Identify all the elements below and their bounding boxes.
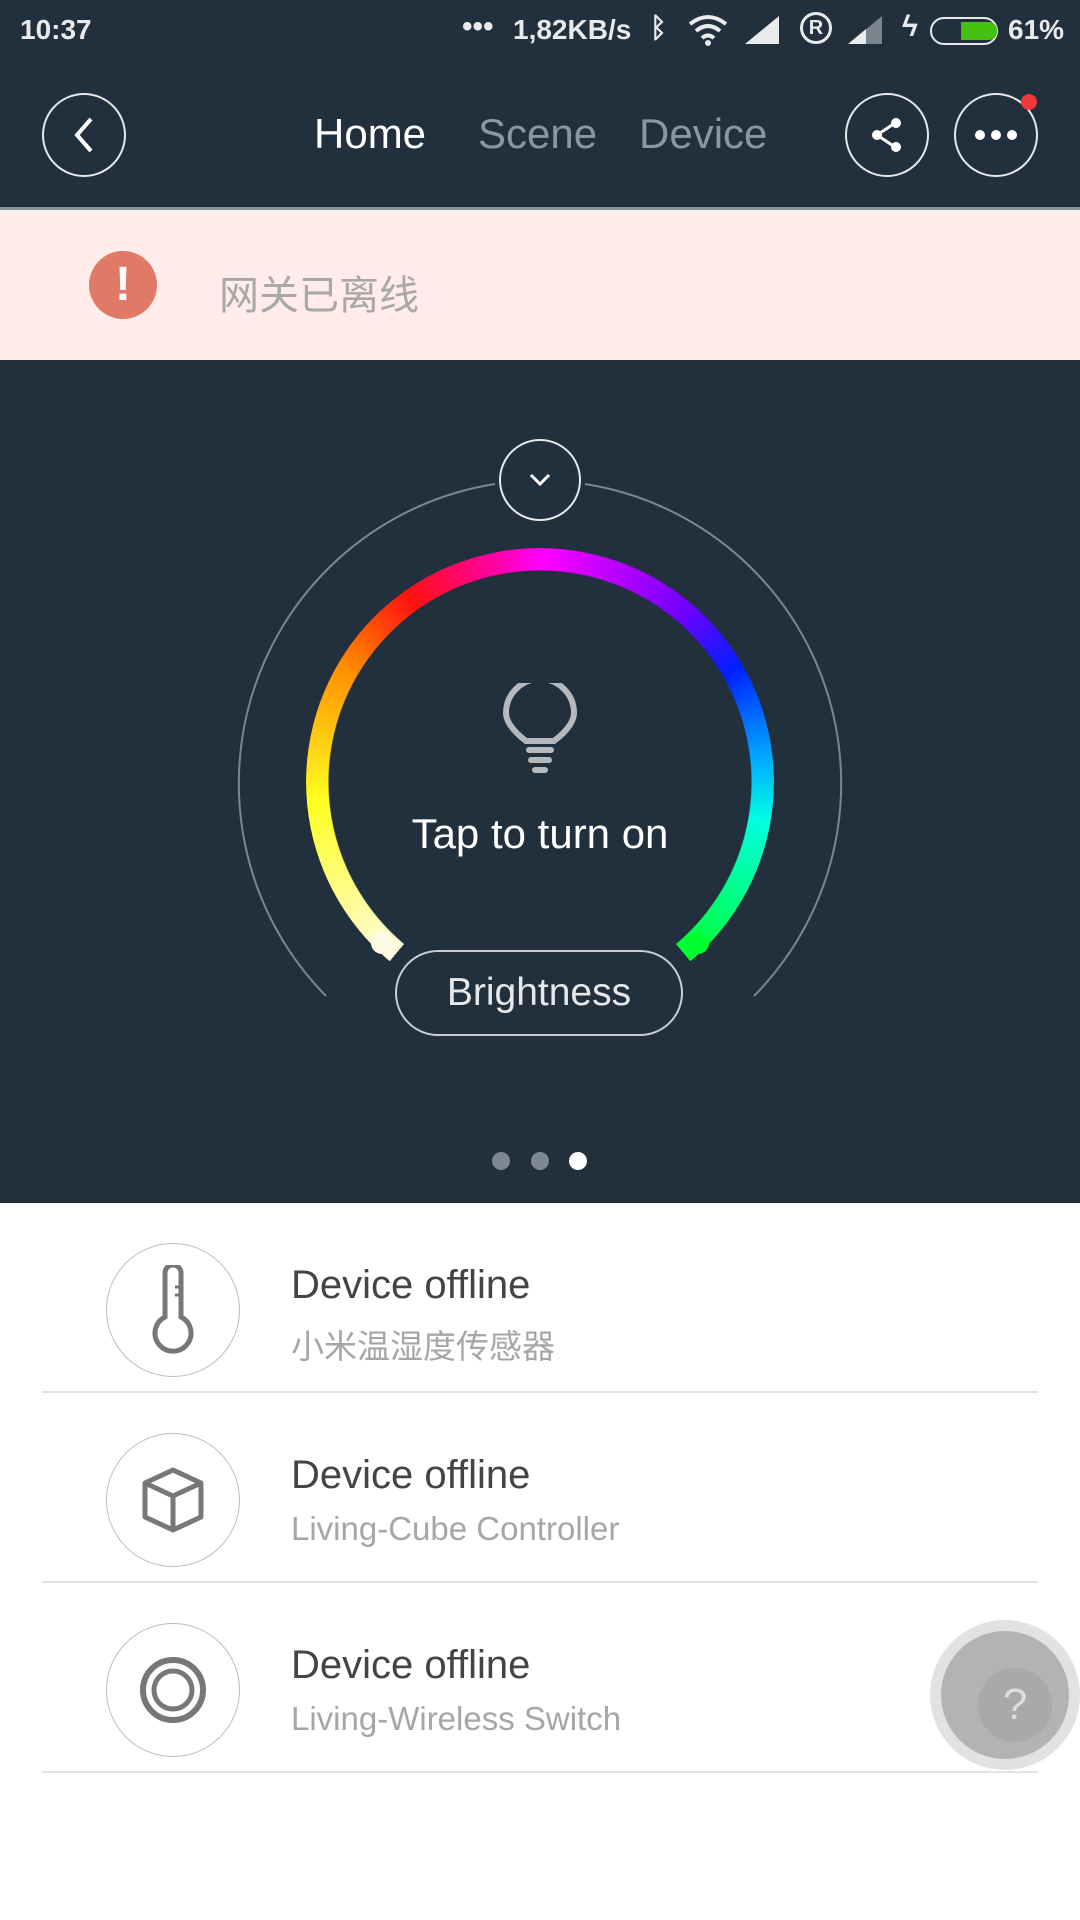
- chevron-down-icon: [529, 473, 551, 487]
- device-icon-circle: [106, 1243, 240, 1377]
- tab-home[interactable]: Home: [314, 110, 426, 158]
- cube-icon: [142, 1467, 204, 1533]
- battery-icon: [930, 17, 998, 45]
- brightness-button[interactable]: Brightness: [395, 950, 683, 1036]
- signal-icon-2: [848, 16, 882, 44]
- bulb-icon[interactable]: [500, 683, 580, 779]
- page-dot-1[interactable]: [492, 1152, 510, 1170]
- battery-percent: 61%: [1008, 14, 1065, 45]
- device-name: 小米温湿度传感器: [291, 1328, 555, 1365]
- help-button[interactable]: ?: [930, 1620, 1080, 1770]
- device-icon-circle: [106, 1623, 240, 1757]
- tap-to-turn-on[interactable]: Tap to turn on: [340, 810, 740, 858]
- clock: 10:37: [20, 14, 92, 45]
- share-button[interactable]: [845, 93, 929, 177]
- charging-icon: ϟ: [902, 10, 918, 43]
- more-icon: [975, 130, 1017, 140]
- thermometer-icon: [152, 1265, 194, 1354]
- wifi-icon: [688, 15, 728, 46]
- signal-icon: [745, 16, 779, 44]
- offline-banner[interactable]: ! 网关已离线: [0, 210, 1080, 360]
- share-icon: [872, 118, 901, 152]
- device-row[interactable]: Device offline Living-Wireless Switch: [42, 1583, 1038, 1773]
- chevron-left-icon: [74, 117, 93, 153]
- page-dot-2[interactable]: [531, 1152, 549, 1170]
- network-speed: 1,82KB/s: [513, 14, 632, 45]
- switch-icon: [140, 1657, 206, 1723]
- banner-text: 网关已离线: [219, 274, 419, 318]
- device-icon-circle: [106, 1433, 240, 1567]
- bluetooth-icon: ᛒ: [650, 12, 667, 43]
- device-status: Device offline: [291, 1643, 531, 1687]
- color-ring-end-cap: [687, 932, 709, 954]
- exclamation-icon: !: [89, 251, 157, 319]
- device-row[interactable]: Device offline 小米温湿度传感器: [42, 1203, 1038, 1393]
- more-notifications-icon: •••: [462, 10, 494, 43]
- device-status: Device offline: [291, 1453, 531, 1497]
- notification-dot: [1021, 94, 1037, 110]
- device-name: Living-Wireless Switch: [291, 1700, 622, 1737]
- page-dot-3-active[interactable]: [569, 1152, 587, 1170]
- help-icon: ?: [978, 1668, 1052, 1742]
- status-bar: 10:37 ••• 1,82KB/s ᛒ R ϟ 61%: [0, 0, 1080, 60]
- collapse-button[interactable]: [499, 439, 581, 521]
- device-name: Living-Cube Controller: [291, 1510, 620, 1547]
- color-ring-start-cap: [371, 932, 393, 954]
- roaming-icon: R: [800, 12, 832, 44]
- tab-scene[interactable]: Scene: [478, 110, 597, 158]
- tab-device[interactable]: Device: [639, 110, 767, 158]
- back-button[interactable]: [42, 93, 126, 177]
- device-status: Device offline: [291, 1263, 531, 1307]
- device-row[interactable]: Device offline Living-Cube Controller: [42, 1393, 1038, 1583]
